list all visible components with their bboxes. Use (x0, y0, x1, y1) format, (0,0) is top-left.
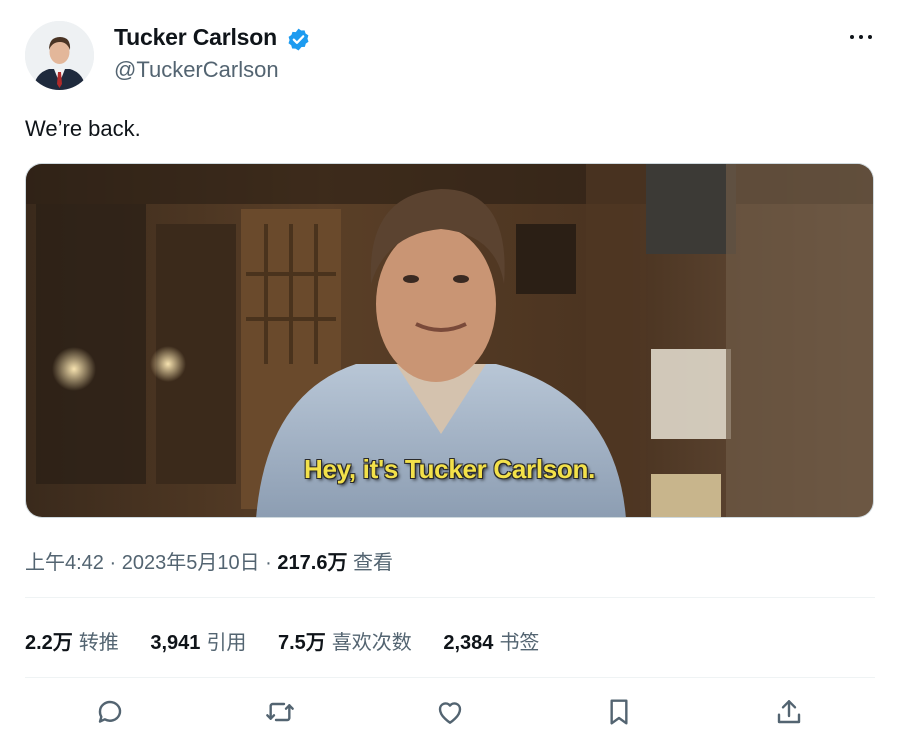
tweet-text: We’re back. (25, 116, 141, 141)
tweet-date[interactable]: 2023年5月10日 (122, 552, 260, 574)
author-name[interactable]: Tucker Carlson (114, 24, 277, 51)
stat-quotes[interactable]: 3,941 引用 (150, 626, 246, 655)
tweet-meta: 上午4:42 · 2023年5月10日 · 217.6万 查看 (25, 546, 393, 575)
engagement-stats: 2.2万 转推 3,941 引用 7.5万 喜欢次数 2,384 书签 (25, 626, 565, 655)
video-caption: Hey, it's Tucker Carlson. (303, 454, 596, 484)
reply-icon[interactable] (94, 696, 126, 728)
stat-value: 2.2万 (25, 632, 73, 654)
stat-label: 引用 (206, 632, 247, 654)
stat-value: 3,941 (150, 632, 201, 654)
tweet-time[interactable]: 上午4:42 (25, 552, 104, 574)
author-handle[interactable]: @TuckerCarlson (114, 57, 279, 83)
stat-label: 转推 (78, 632, 119, 654)
stat-likes[interactable]: 7.5万 喜欢次数 (278, 626, 412, 655)
stat-bookmarks[interactable]: 2,384 书签 (443, 626, 539, 655)
stat-value: 2,384 (443, 632, 494, 654)
divider (25, 597, 875, 598)
avatar-image (25, 21, 94, 90)
views-label: 查看 (353, 552, 394, 574)
views-count: 217.6万 (277, 552, 348, 574)
stat-label: 书签 (499, 632, 540, 654)
tweet-video[interactable]: Hey, it's Tucker Carlson. (25, 163, 874, 518)
bookmark-icon[interactable] (603, 696, 635, 728)
more-options-icon[interactable] (846, 24, 876, 50)
meta-separator: · (265, 552, 272, 574)
avatar[interactable] (25, 21, 94, 90)
verified-badge-icon (286, 27, 311, 52)
stat-value: 7.5万 (278, 632, 326, 654)
share-icon[interactable] (773, 696, 805, 728)
divider (25, 677, 875, 678)
stat-retweets[interactable]: 2.2万 转推 (25, 626, 119, 655)
stat-label: 喜欢次数 (331, 632, 412, 654)
retweet-icon[interactable] (264, 696, 296, 728)
meta-separator: · (109, 552, 117, 574)
like-icon[interactable] (434, 696, 466, 728)
